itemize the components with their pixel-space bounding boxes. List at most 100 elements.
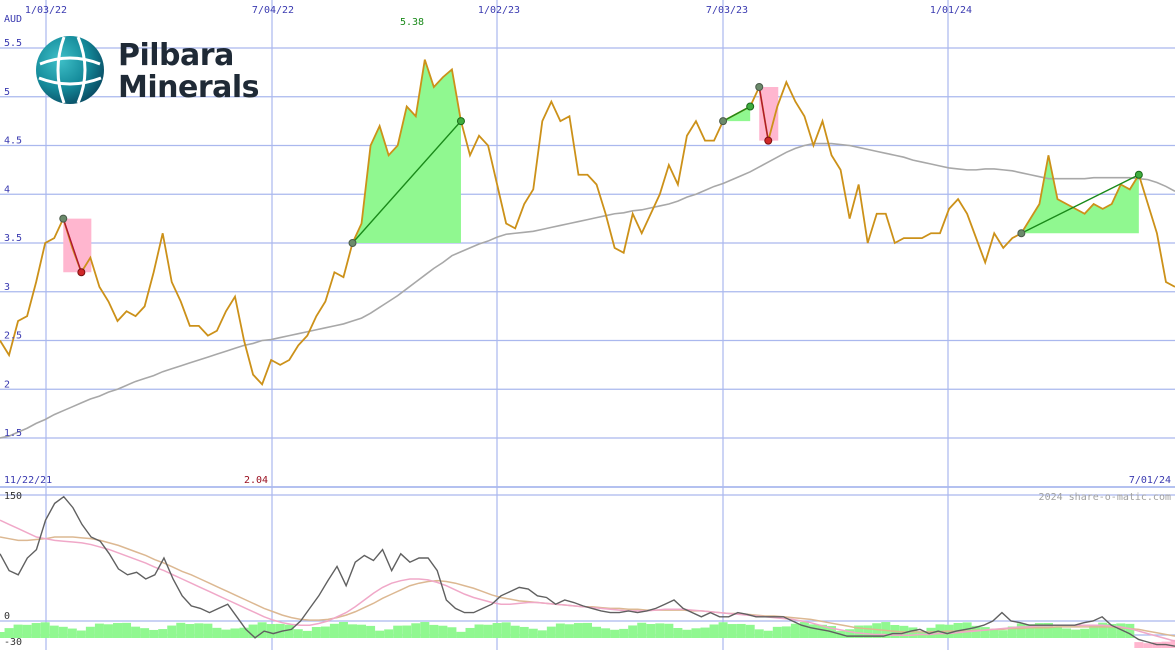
volume-bar <box>176 622 186 638</box>
volume-bar <box>682 629 692 638</box>
volume-bar <box>239 627 249 638</box>
y-tick-label: 3 <box>4 282 10 293</box>
volume-bar <box>573 623 583 638</box>
volume-bar <box>13 624 23 638</box>
volume-bar <box>736 623 746 638</box>
volume-bar <box>474 624 484 638</box>
volume-bar <box>284 624 294 638</box>
volume-bar <box>1071 629 1081 638</box>
osc-tick-label: 150 <box>4 491 22 502</box>
volume-bar <box>637 622 647 638</box>
trade-entry-marker <box>755 83 764 91</box>
y-tick-label: 4.5 <box>4 136 22 147</box>
company-logo: Pilbara Minerals <box>34 34 264 110</box>
volume-bar <box>357 624 367 638</box>
watermark: 2024 share-o-matic.com <box>1039 492 1171 503</box>
y-tick-label: 4 <box>4 184 10 195</box>
min-price-label: 2.04 <box>244 475 268 486</box>
volume-bar <box>167 625 177 638</box>
volume-bar <box>221 629 231 638</box>
trade-exit-marker <box>77 268 86 277</box>
volume-bar <box>429 624 439 638</box>
volume-bar <box>131 626 141 638</box>
volume-bar <box>1080 628 1090 638</box>
trade-entry-marker <box>59 214 68 223</box>
volume-bar <box>320 626 330 638</box>
volume-bar <box>980 627 990 638</box>
x-tick-label-top: 1/02/23 <box>478 5 520 16</box>
x-tick-label-end: 7/01/24 <box>1129 475 1171 486</box>
volume-bar <box>94 623 104 638</box>
trade-exit-marker <box>456 117 465 126</box>
volume-bar <box>338 622 348 638</box>
volume-bar <box>384 629 394 638</box>
trade-entry-marker <box>1017 229 1026 238</box>
volume-bar <box>673 627 683 638</box>
volume-bar <box>49 625 59 638</box>
volume-bar <box>76 630 86 638</box>
volume-bar <box>998 630 1008 638</box>
volume-bar <box>230 628 240 638</box>
volume-bar <box>311 627 321 638</box>
volume-bar <box>348 624 357 638</box>
y-tick-label: 2.5 <box>4 331 22 342</box>
trade-exit-marker <box>746 102 755 111</box>
volume-bar <box>790 623 800 638</box>
x-tick-label-top: 1/03/22 <box>25 5 67 16</box>
volume-bar <box>709 624 719 638</box>
volume-bar <box>302 630 312 638</box>
logo-line-1: Pilbara <box>118 38 234 73</box>
volume-bar <box>85 626 95 638</box>
volume-bar <box>203 623 213 638</box>
volume-bar <box>22 624 32 638</box>
x-tick-label-start: 11/22/21 <box>4 475 52 486</box>
volume-bar <box>592 626 602 638</box>
volume-bar <box>402 625 412 638</box>
y-tick-label: 5 <box>4 87 10 98</box>
volume-bar <box>727 624 737 638</box>
volume-bar <box>122 622 132 638</box>
volume-bar <box>266 624 276 638</box>
volume-bar <box>420 622 430 638</box>
volume-bar <box>149 629 159 638</box>
volume-bar <box>646 624 656 638</box>
volume-bar <box>67 628 77 638</box>
volume-bar <box>447 627 457 638</box>
volume-bar <box>700 627 710 638</box>
y-axis-unit: AUD <box>4 14 22 25</box>
volume-bar <box>31 623 41 638</box>
volume-bar <box>601 628 611 638</box>
volume-bar <box>465 627 475 638</box>
volume-bar <box>519 626 529 638</box>
x-tick-label-top: 1/01/24 <box>930 5 972 16</box>
volume-bar <box>564 624 574 638</box>
volume-bar <box>772 626 782 638</box>
y-tick-label: 2 <box>4 379 10 390</box>
trade-exit-marker <box>1134 170 1143 179</box>
volume-bar <box>212 627 222 638</box>
volume-bar <box>185 624 195 638</box>
volume-bar <box>158 629 168 638</box>
volume-bar <box>754 629 764 638</box>
volume-bar <box>1143 643 1153 648</box>
volume-bar <box>655 623 665 638</box>
volume-bar <box>366 625 376 638</box>
trade-entry-marker <box>719 117 728 126</box>
volume-bar <box>664 623 674 638</box>
volume-bar <box>501 622 511 638</box>
volume-bar <box>492 623 502 638</box>
volume-bar <box>438 625 448 638</box>
volume-bar <box>456 631 466 638</box>
volume-bar <box>745 624 755 638</box>
volume-bar <box>510 625 520 638</box>
trade-exit-marker <box>764 136 773 145</box>
volume-bar <box>628 625 638 638</box>
x-tick-label-top: 7/04/22 <box>252 5 294 16</box>
y-tick-label: 1.5 <box>4 428 22 439</box>
osc-tick-label: 0 <box>4 611 10 622</box>
max-price-label: 5.38 <box>400 17 424 28</box>
volume-bar <box>808 624 818 638</box>
volume-bar <box>103 624 113 638</box>
volume-bar <box>329 623 339 638</box>
volume-bar <box>763 630 773 638</box>
